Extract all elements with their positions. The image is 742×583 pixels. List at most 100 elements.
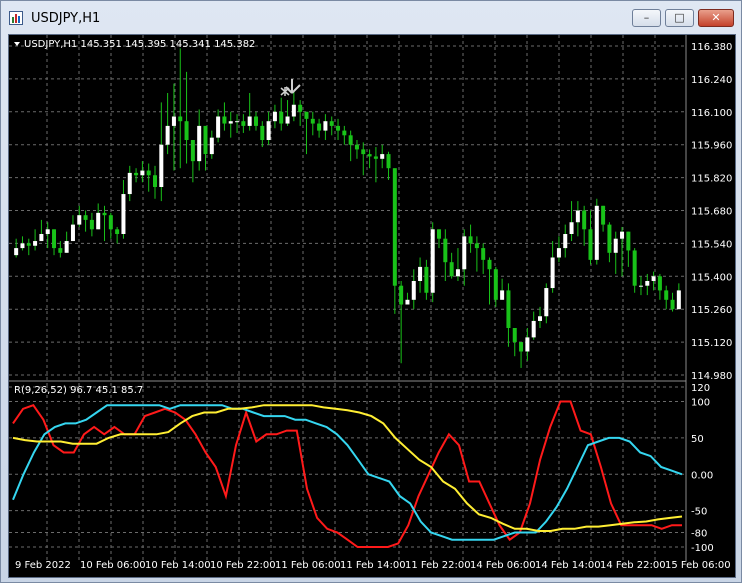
candle-bull — [165, 125, 170, 145]
time-axis-label: 10 Feb 14:00 — [145, 560, 211, 571]
candle-bull — [651, 276, 656, 281]
candle-bear — [582, 210, 587, 230]
candle-bull — [537, 316, 542, 321]
price-axis-label: 116.380 — [691, 42, 732, 53]
candle-bull — [121, 194, 126, 234]
chart-area[interactable]: 116.380 116.240 116.100 115.960 115.820 115.6… — [8, 34, 736, 578]
price-axis: 116.380 116.240 116.100 115.960 115.820 115.6… — [691, 42, 732, 382]
candle-bear — [203, 125, 208, 155]
price-axis-label: 115.820 — [691, 174, 732, 185]
candle-bull — [235, 121, 240, 123]
candle-bear — [373, 156, 378, 159]
candle-bear — [184, 121, 189, 140]
candle-bull — [563, 234, 568, 249]
title-bar[interactable]: USDJPY,H1 – □ ✕ — [1, 1, 741, 35]
candle-bear — [115, 229, 120, 234]
candle-bull — [676, 290, 681, 310]
candle-bear — [392, 168, 397, 286]
candle-bear — [493, 269, 498, 300]
candle-bear — [512, 328, 517, 343]
symbol-dropdown-icon[interactable] — [14, 42, 20, 46]
candle-bull — [209, 137, 214, 155]
candle-bear — [506, 290, 511, 328]
candle-bear — [443, 238, 448, 263]
candle-bull — [14, 248, 19, 256]
candle-bear — [386, 154, 391, 169]
candle-bear — [424, 266, 429, 293]
candle-bear — [632, 250, 637, 286]
time-axis-label: 14 Feb 14:00 — [535, 560, 601, 571]
window-title: USDJPY,H1 — [31, 11, 101, 26]
candle-bull — [140, 170, 145, 176]
candle-bear — [519, 342, 524, 352]
candle-bull — [525, 337, 530, 352]
candle-bear — [134, 172, 139, 176]
candle-bull — [272, 111, 277, 122]
candle-bear — [304, 111, 309, 119]
candle-bull — [531, 320, 536, 338]
candle-bull — [638, 285, 643, 287]
candle-bull — [544, 288, 549, 317]
candle-bear — [222, 116, 227, 124]
candle-bull — [500, 290, 505, 300]
candle-bear — [342, 130, 347, 136]
candle-bear — [83, 215, 88, 220]
oscillator-axis-label: -100 — [691, 543, 714, 554]
price-axis-label: 115.120 — [691, 338, 732, 349]
candle-bear — [601, 205, 606, 225]
oscillator-axis-label: -80 — [691, 528, 707, 539]
candle-bear — [474, 243, 479, 249]
price-axis-label: 116.100 — [691, 108, 732, 119]
candle-bear — [89, 219, 94, 230]
candle-bear — [670, 299, 675, 310]
close-button[interactable]: ✕ — [698, 9, 734, 27]
candle-bear — [317, 123, 322, 131]
candle-bear — [626, 231, 631, 251]
price-axis-label: 116.240 — [691, 75, 732, 86]
chart-app-icon — [9, 11, 23, 25]
candle-bear — [664, 290, 669, 300]
indicator-header: R(9,26,52) 96.7 45.1 85.7 — [14, 385, 143, 396]
time-axis-label: 11 Feb 14:00 — [340, 560, 406, 571]
price-axis-label: 115.400 — [691, 272, 732, 283]
candle-bear — [449, 262, 454, 277]
candle-bull — [171, 116, 176, 126]
time-axis-label: 10 Feb 22:00 — [210, 560, 276, 571]
candle-bear — [52, 229, 57, 249]
time-axis-label: 15 Feb 06:00 — [665, 560, 731, 571]
candle-bull — [197, 125, 202, 162]
candle-bull — [323, 121, 328, 131]
maximize-button[interactable]: □ — [665, 9, 694, 27]
candle-bull — [418, 266, 423, 281]
candle-bull — [247, 116, 252, 126]
time-axis-label: 11 Feb 22:00 — [405, 560, 471, 571]
candle-bear — [588, 229, 593, 260]
candle-bull — [20, 243, 25, 249]
oscillator-axis-label: 120 — [691, 383, 710, 394]
candle-bear — [354, 144, 359, 150]
candle-bull — [39, 234, 44, 242]
candle-bear — [58, 248, 63, 253]
candle-bull — [594, 205, 599, 260]
candle-bear — [367, 154, 372, 157]
oscillator-axis-label: 0.00 — [691, 470, 713, 481]
minimize-button[interactable]: – — [632, 9, 661, 27]
candle-bull — [228, 121, 233, 124]
candle-bear — [487, 259, 492, 270]
candle-bear — [279, 111, 284, 124]
price-axis-label: 115.260 — [691, 305, 732, 316]
oscillator-yellow-line — [12, 404, 683, 532]
price-axis-label: 114.980 — [691, 371, 732, 382]
time-axis-label: 11 Feb 06:00 — [275, 560, 341, 571]
candle-bull — [569, 222, 574, 234]
candle-bull — [405, 299, 410, 305]
oscillator-axis-label: -50 — [691, 507, 707, 518]
candle-bull — [556, 248, 561, 258]
time-axis-label: 10 Feb 06:00 — [80, 560, 146, 571]
candle-bull — [455, 269, 460, 277]
candle-bear — [481, 248, 486, 260]
chart-window: USDJPY,H1 – □ ✕ 116.380 116.240 116.100 115… — [0, 0, 742, 583]
chart-canvas[interactable]: 116.380 116.240 116.100 115.960 115.820 115.6… — [9, 35, 735, 577]
sell-arrow-icon[interactable] — [280, 79, 301, 96]
candle-bear — [361, 149, 366, 155]
